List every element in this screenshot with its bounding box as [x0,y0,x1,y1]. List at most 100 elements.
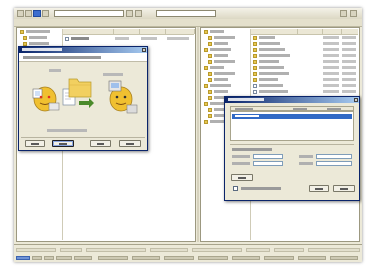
status-segment[interactable] [330,256,358,260]
status-segment[interactable] [232,256,260,260]
file-date [323,54,339,57]
file-date [323,42,339,45]
column-header-time[interactable] [342,29,359,34]
wizard-divider [21,137,145,138]
status-segment[interactable] [164,256,194,260]
folder-icon [208,78,212,82]
column-header-type[interactable] [140,29,166,34]
folder-icon [208,72,212,76]
close-icon[interactable] [142,48,146,52]
status-segment[interactable] [98,256,128,260]
column-header-name[interactable] [63,29,114,34]
table-row[interactable] [63,36,194,42]
file-name [259,42,280,45]
next-button[interactable] [52,140,74,147]
status-field [16,248,56,252]
primary-button[interactable] [231,174,253,181]
status-segment[interactable] [56,256,72,260]
tree-item-label [26,30,50,33]
column-header-size[interactable] [293,108,307,110]
column-header-name[interactable] [251,29,298,34]
left-column-headers [63,29,195,35]
file-time [342,84,356,87]
column-header-date[interactable] [323,29,342,34]
file-name [259,48,285,51]
status-field [150,248,188,252]
search-input[interactable] [156,10,216,17]
field-label [299,162,313,165]
folder-icon [208,96,212,100]
text-field[interactable] [253,161,283,166]
tree-item-label [214,42,228,45]
column-header-size[interactable] [114,29,140,34]
refresh-icon[interactable] [42,10,49,17]
tree-item-label [210,66,224,69]
field-label [299,155,313,158]
folder-icon [23,36,27,40]
file-name [259,84,283,87]
path-input[interactable] [54,10,124,17]
folder-icon [253,60,257,64]
file-name [71,37,89,40]
go-button[interactable] [126,10,133,17]
status-field [246,248,270,252]
wizard-dialog [18,46,148,151]
folder-up-icon[interactable] [135,10,142,17]
column-header-size[interactable] [298,29,323,34]
text-field[interactable] [316,154,352,159]
user-icon [32,86,60,112]
file-time [342,60,356,63]
column-header-status[interactable] [327,108,341,110]
pane-splitter[interactable] [197,27,199,242]
transfer-list[interactable] [230,111,354,141]
forward-button[interactable] [25,10,32,17]
minimize-button[interactable] [340,10,347,17]
folder-icon [253,78,257,82]
status-segment[interactable] [132,256,160,260]
file-name [259,54,290,57]
back-button[interactable] [25,140,45,147]
list-item[interactable] [232,114,352,119]
text-field[interactable] [316,161,352,166]
status-segment[interactable] [44,256,54,260]
file-icon [65,37,69,41]
file-time [342,48,356,51]
text-field[interactable] [253,154,283,159]
status-segment[interactable] [198,256,228,260]
column-header-modified[interactable] [166,29,195,34]
close-button[interactable] [350,10,357,17]
file-name [259,72,289,75]
option-checkbox[interactable] [233,186,238,191]
folder-icon [68,78,92,98]
status-segment[interactable] [298,256,326,260]
file-icon [253,84,257,88]
column-header-name[interactable] [235,108,253,110]
help-button[interactable] [119,140,141,147]
status-segment[interactable] [32,256,42,260]
arrow-icon [79,98,94,108]
ok-button[interactable] [309,185,329,192]
file-time [342,78,356,81]
tree-item-label [214,60,235,63]
status-segment[interactable] [264,256,294,260]
wizard-header [19,53,147,62]
list-item-label [235,115,259,117]
folder-icon [204,84,208,88]
folder-icon [204,120,208,124]
file-time [342,36,356,39]
tree-item-label [214,90,228,93]
status-segment[interactable] [16,256,30,260]
close-icon[interactable] [354,98,358,102]
back-button[interactable] [17,10,24,17]
details-label [232,148,272,151]
folder-icon [20,30,24,34]
folder-icon [204,102,208,106]
connect-icon[interactable] [33,10,41,17]
status-segment[interactable] [74,256,92,260]
status-field [274,248,304,252]
file-time [342,72,356,75]
folder-icon [208,108,212,112]
cancel-button[interactable] [90,140,111,147]
cancel-button[interactable] [333,185,355,192]
tree-item-label [214,78,228,81]
